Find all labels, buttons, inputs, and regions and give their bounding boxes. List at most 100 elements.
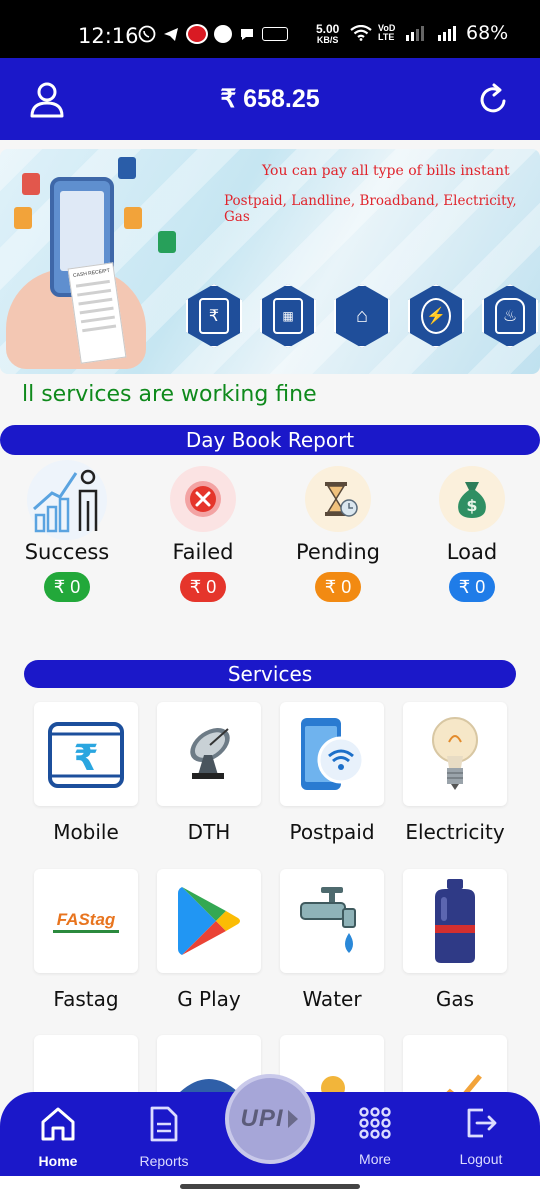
postpaid-wifi-icon xyxy=(280,702,384,806)
google-play-icon xyxy=(157,869,261,973)
svg-text:$: $ xyxy=(466,496,477,515)
service-electricity[interactable]: Electricity xyxy=(403,702,507,844)
upi-button[interactable]: UPI xyxy=(225,1074,315,1164)
service-mobile[interactable]: ₹ Mobile xyxy=(34,702,138,844)
report-amount-badge: ₹ 0 xyxy=(43,572,91,602)
light-bulb-icon xyxy=(403,702,507,806)
nav-label: Logout xyxy=(459,1151,503,1167)
landline-icon: ▦ xyxy=(260,284,316,348)
jio-icon xyxy=(186,24,208,44)
service-label: DTH xyxy=(187,820,231,844)
gas-cylinder-icon: ♨ xyxy=(482,284,538,348)
status-right: VoD LTE 68% xyxy=(350,22,508,44)
gesture-area xyxy=(0,1176,540,1200)
nav-reports[interactable]: Reports xyxy=(124,1106,204,1169)
mini-router-icon xyxy=(158,231,176,253)
service-label: Mobile xyxy=(53,820,119,844)
money-bag-icon: $ xyxy=(439,466,505,532)
service-status-marquee: ll services are working fine xyxy=(0,380,540,414)
satellite-dish-icon xyxy=(157,702,261,806)
service-gplay[interactable]: G Play xyxy=(157,869,261,1011)
upi-logo: UPI xyxy=(240,1105,284,1132)
report-failed[interactable]: Failed ₹ 0 xyxy=(143,466,263,602)
report-label: Failed xyxy=(172,540,234,564)
service-label: G Play xyxy=(177,987,241,1011)
mini-phone-icon xyxy=(22,173,40,195)
home-gesture-bar[interactable] xyxy=(180,1184,360,1189)
mini-gas-icon xyxy=(124,207,142,229)
phone-icon xyxy=(214,25,232,43)
service-dth[interactable]: DTH xyxy=(157,702,261,844)
wifi-icon xyxy=(350,25,372,41)
speed-unit: KB/S xyxy=(316,35,339,45)
day-book-title: Day Book Report xyxy=(0,425,540,455)
services-title: Services xyxy=(24,660,516,688)
report-load[interactable]: $ Load ₹ 0 xyxy=(412,466,532,602)
report-label: Load xyxy=(446,540,498,564)
nav-label: Home xyxy=(38,1153,78,1169)
service-gas[interactable]: Gas xyxy=(403,869,507,1011)
service-label: Electricity xyxy=(405,820,505,844)
hourglass-icon xyxy=(305,466,371,532)
signal-bars-2-icon xyxy=(438,25,456,41)
status-app-icons xyxy=(138,24,288,44)
report-label: Success xyxy=(24,540,110,564)
service-label: Postpaid xyxy=(289,820,375,844)
service-water[interactable]: Water xyxy=(280,869,384,1011)
banner-headline: You can pay all type of bills instant xyxy=(262,163,510,179)
nav-home[interactable]: Home xyxy=(18,1106,98,1169)
phone-screen xyxy=(60,191,104,271)
mini-bolt-icon xyxy=(118,157,136,179)
app-header: ₹ 658.25 xyxy=(0,58,540,140)
wallet-balance: ₹ 658.25 xyxy=(220,85,320,113)
nav-label: More xyxy=(359,1151,391,1167)
chat-icon xyxy=(241,29,253,40)
status-bar: 12:16 5.00 KB/S VoD LTE 68% xyxy=(0,0,540,58)
refresh-icon[interactable] xyxy=(478,82,510,116)
service-fastag[interactable]: FAStag Fastag xyxy=(34,869,138,1011)
report-amount-badge: ₹ 0 xyxy=(448,572,496,602)
upi-arrow-icon xyxy=(287,1110,298,1128)
network-speed: 5.00 KB/S xyxy=(316,22,340,46)
grid-dots-icon xyxy=(359,1107,391,1139)
service-label: Gas xyxy=(435,987,475,1011)
telegram-icon xyxy=(164,28,178,41)
report-success[interactable]: Success ₹ 0 xyxy=(7,460,127,602)
volte-indicator: VoD LTE xyxy=(378,23,396,42)
water-tap-icon xyxy=(280,869,384,973)
banner-subline: Postpaid, Landline, Broadband, Electrici… xyxy=(224,193,517,225)
svg-text:₹: ₹ xyxy=(73,738,98,779)
whatsapp-icon xyxy=(138,25,156,43)
status-time: 12:16 xyxy=(78,24,139,48)
marquee-text: ll services are working fine xyxy=(22,382,317,407)
service-label: Water xyxy=(302,987,362,1011)
mobile-rupee-icon: ₹ xyxy=(186,284,242,348)
service-postpaid[interactable]: Postpaid xyxy=(280,702,384,844)
report-amount-badge: ₹ 0 xyxy=(314,572,362,602)
mini-grid-icon xyxy=(14,207,32,229)
gas-cylinder-icon xyxy=(403,869,507,973)
receipt-title: CASH RECEIPT xyxy=(72,267,111,279)
mobile-recharge-icon: ₹ xyxy=(34,702,138,806)
report-pending[interactable]: Pending ₹ 0 xyxy=(278,466,398,602)
failed-x-icon xyxy=(170,466,236,532)
fastag-logo: FAStag xyxy=(52,910,120,933)
electricity-icon: ⚡ xyxy=(408,284,464,348)
nav-more[interactable]: More xyxy=(335,1106,415,1167)
growth-chart-icon xyxy=(27,460,107,540)
report-label: Pending xyxy=(296,540,380,564)
home-icon xyxy=(41,1107,75,1141)
nav-logout[interactable]: Logout xyxy=(441,1106,521,1167)
router-icon: ⌂ xyxy=(334,284,390,348)
speed-value: 5.00 xyxy=(316,22,340,36)
rs-icon xyxy=(262,27,288,41)
nav-label: Reports xyxy=(139,1153,189,1169)
reports-icon xyxy=(150,1106,178,1142)
service-label: Fastag xyxy=(53,987,119,1011)
report-amount-badge: ₹ 0 xyxy=(179,572,227,602)
signal-bars-1-icon xyxy=(406,25,424,41)
banner-hex-icons: ₹ ▦ ⌂ ⚡ ♨ xyxy=(186,284,538,348)
battery-level: 68% xyxy=(466,22,509,44)
fastag-icon: FAStag xyxy=(34,869,138,973)
logout-icon xyxy=(467,1108,497,1138)
